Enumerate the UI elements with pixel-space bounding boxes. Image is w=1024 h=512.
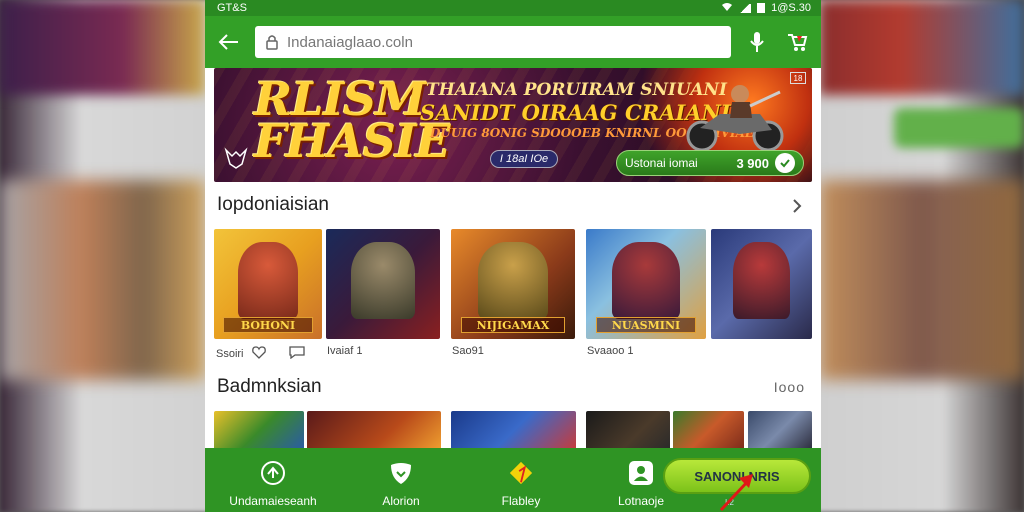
backdrop-left-top (0, 0, 205, 95)
banner-pill-button[interactable]: I 18aI IOe (490, 150, 558, 168)
battery-icon (757, 3, 766, 13)
status-right: 1@S.30 (721, 2, 811, 15)
back-arrow-icon[interactable] (215, 28, 243, 56)
status-left-text: GT&S (217, 2, 247, 14)
nav-label: Undamaieseanh (229, 494, 317, 508)
nav-item-alerts[interactable]: Alorion (341, 448, 461, 512)
check-icon (775, 153, 795, 173)
home-icon (260, 460, 286, 486)
age-badge: 18 (790, 72, 806, 84)
backdrop-right-button (894, 108, 1024, 148)
game-art (733, 242, 790, 320)
game-art (351, 242, 415, 320)
banner-cta-button[interactable]: Ustonai iomai 3 900 (616, 150, 804, 176)
phone-screen: GT&S 1@S.30 Indanaiaglaao.coln RLISM FHA… (205, 0, 821, 512)
wolf-emblem-icon (222, 144, 250, 172)
banner-cta-number: 3 900 (736, 155, 769, 171)
game-tile-2[interactable] (307, 411, 441, 451)
game-tile-6[interactable] (748, 411, 812, 451)
backdrop-right-top (819, 0, 1024, 95)
banner-rider-illustration (680, 78, 790, 152)
nav-label: Flabley (501, 494, 541, 508)
game-art (612, 242, 680, 320)
game-art (478, 242, 548, 320)
card-meta-4: Svaaoo 1 (587, 345, 633, 357)
status-time: 1@S.30 (771, 2, 811, 14)
signal-icon (739, 3, 752, 13)
game-art (237, 242, 299, 320)
nav-item-play[interactable]: Flabley (461, 448, 581, 512)
game-tile-4[interactable] (586, 411, 670, 451)
banner-logo-line2: FHASIE (254, 114, 451, 168)
card-meta-text: Ivaiaf 1 (327, 345, 363, 357)
game-card-5[interactable] (711, 229, 812, 339)
comment-icon[interactable] (288, 345, 306, 362)
section-title-1: Iopdoniaisian (217, 194, 329, 215)
play-diamond-icon (508, 460, 534, 486)
backdrop-right-mid (819, 180, 1024, 380)
game-tile-5[interactable] (673, 411, 744, 451)
card-meta-text: Ssoiri (216, 347, 244, 360)
more-link[interactable]: Iooo (774, 379, 805, 395)
url-input[interactable]: Indanaiaglaao.coln (255, 26, 731, 58)
card-meta-1: Ssoiri (216, 345, 306, 362)
game-card-1[interactable]: BOHONI (214, 229, 322, 339)
game-card-2[interactable] (326, 229, 440, 339)
status-bar: GT&S 1@S.30 (205, 0, 821, 16)
game-card-3[interactable]: NIJIGAMAX (451, 229, 575, 339)
url-text: Indanaiaglaao.coln (287, 33, 413, 51)
banner-cta-label: Ustonai iomai (625, 156, 698, 170)
mic-icon[interactable] (743, 28, 771, 56)
nav-label: Alorion (382, 494, 420, 508)
card-meta-3: Sao91 (452, 345, 484, 357)
nav-item-home[interactable]: Undamaieseanh (205, 448, 341, 512)
cart-icon[interactable] (783, 28, 811, 56)
game-caption: NUASMINI (595, 317, 697, 333)
game-caption: BOHONI (222, 317, 314, 333)
backdrop-left-mid (0, 180, 205, 380)
card-meta-text: Svaaoo 1 (587, 345, 634, 357)
heart-icon[interactable] (251, 345, 266, 362)
card-meta-2: Ivaiaf 1 (327, 345, 362, 357)
game-tile-3[interactable] (451, 411, 576, 451)
shield-icon (388, 460, 414, 486)
lock-icon (265, 34, 279, 50)
chevron-right-icon[interactable] (791, 199, 803, 213)
wifi-icon (721, 2, 733, 15)
promo-banner[interactable]: RLISM FHASIE THAIANA PORUIRAM SNIUANI SA… (214, 68, 812, 182)
section-title-2: Badmnksian (217, 376, 322, 397)
game-caption: NIJIGAMAX (460, 317, 566, 333)
nav-label: Lotnaoje (617, 494, 665, 508)
top-bar: Indanaiaglaao.coln (205, 16, 821, 68)
game-tile-1[interactable] (214, 411, 304, 451)
card-meta-text: Sao91 (452, 345, 484, 357)
game-card-4[interactable]: NUASMINI (586, 229, 706, 339)
user-icon (628, 460, 654, 486)
red-arrow-cursor-icon (717, 470, 757, 512)
